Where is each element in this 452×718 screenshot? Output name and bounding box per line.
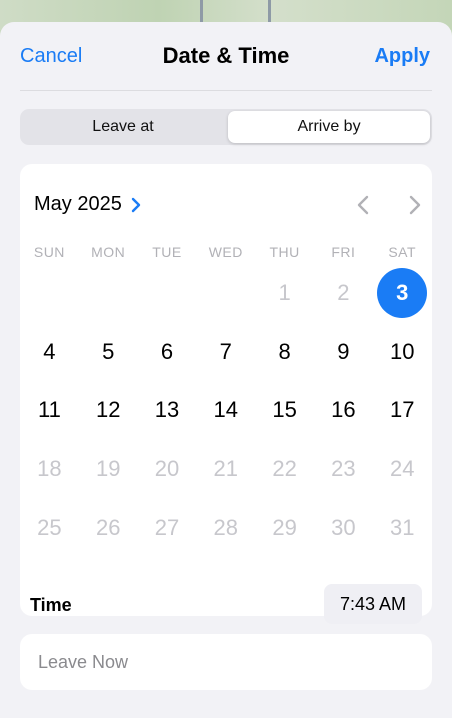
- calendar-day[interactable]: 13: [138, 381, 197, 439]
- time-picker-button[interactable]: 7:43 AM: [324, 584, 422, 624]
- calendar-empty-cell: [138, 264, 197, 322]
- calendar-day[interactable]: 9: [314, 323, 373, 381]
- previous-month-button[interactable]: [353, 194, 373, 216]
- calendar-week-row: 25 26 27 28 29 30 31: [20, 499, 432, 557]
- calendar-day-number: 4: [43, 338, 56, 364]
- calendar-day-disabled: 2: [314, 264, 373, 322]
- chevron-left-icon: [357, 195, 369, 215]
- calendar-day-number: 14: [213, 397, 239, 423]
- calendar-week-row: 1 2 3: [20, 264, 432, 322]
- calendar-day-number: 27: [154, 514, 180, 540]
- leave-arrive-segmented-control: Leave at Arrive by: [20, 109, 432, 145]
- calendar-day-disabled: 25: [20, 499, 79, 557]
- calendar-week-row: 11 12 13 14 15 16 17: [20, 381, 432, 439]
- calendar-day-disabled: 29: [255, 499, 314, 557]
- calendar-day[interactable]: 15: [255, 381, 314, 439]
- calendar-day[interactable]: 8: [255, 323, 314, 381]
- calendar-empty-cell: [79, 264, 138, 322]
- weekday-label: TUE: [152, 244, 182, 260]
- weekday-label: FRI: [331, 244, 356, 260]
- calendar-day[interactable]: 11: [20, 381, 79, 439]
- calendar-day-number: 3: [396, 280, 409, 305]
- weekday-label: THU: [269, 244, 300, 260]
- calendar-day-number: 1: [278, 280, 291, 305]
- segment-arrive-by[interactable]: Arrive by: [228, 111, 430, 143]
- nav-divider: [20, 90, 432, 91]
- calendar-day-disabled: 24: [373, 440, 432, 498]
- calendar-day-number: 24: [389, 456, 415, 482]
- calendar-day[interactable]: 17: [373, 381, 432, 439]
- calendar-day-disabled: 19: [79, 440, 138, 498]
- calendar-day-number: 29: [272, 514, 297, 540]
- calendar-day-disabled: 1: [255, 264, 314, 322]
- calendar-week-row: 18 19 20 21 22 23 24: [20, 440, 432, 498]
- calendar-day-number: 30: [331, 514, 356, 540]
- calendar-day[interactable]: 7: [196, 323, 255, 381]
- month-picker-button[interactable]: May 2025: [34, 193, 142, 216]
- calendar-day-number: 8: [278, 338, 291, 364]
- calendar-day-number: 28: [213, 514, 239, 540]
- calendar-week-row: 4 5 6 7 8 9 10: [20, 323, 432, 381]
- calendar-day-number: 13: [154, 397, 180, 423]
- calendar-day[interactable]: 14: [196, 381, 255, 439]
- calendar-day-disabled: 30: [314, 499, 373, 557]
- calendar-day-disabled: 31: [373, 499, 432, 557]
- calendar-day-disabled: 23: [314, 440, 373, 498]
- calendar-day-number: 22: [272, 456, 297, 482]
- time-label: Time: [30, 595, 72, 615]
- chevron-right-icon: [130, 196, 142, 214]
- calendar-empty-cell: [20, 264, 79, 322]
- weekday-label: SUN: [33, 244, 65, 260]
- calendar-day[interactable]: 4: [20, 323, 79, 381]
- calendar-day-number: 2: [337, 280, 350, 305]
- apply-button[interactable]: Apply: [374, 45, 430, 68]
- calendar-day-number: 10: [389, 338, 415, 364]
- calendar-card: May 2025 SUN MON TUE WED THU FRI SAT 123…: [20, 164, 432, 624]
- calendar-day-number: 6: [160, 338, 174, 364]
- calendar-day-disabled: 20: [138, 440, 197, 498]
- calendar-day-number: 11: [37, 397, 61, 423]
- calendar-day[interactable]: 10: [373, 323, 432, 381]
- calendar-day-number: 17: [389, 397, 415, 423]
- segment-leave-at[interactable]: Leave at: [22, 111, 224, 143]
- calendar-empty-cell: [196, 264, 255, 322]
- calendar-day[interactable]: 12: [79, 381, 138, 439]
- calendar-day[interactable]: 16: [314, 381, 373, 439]
- weekday-label: WED: [208, 244, 243, 260]
- calendar-day-disabled: 27: [138, 499, 197, 557]
- calendar-day-disabled: 21: [196, 440, 255, 498]
- calendar-day-number: 18: [37, 456, 62, 482]
- weekday-label: MON: [91, 244, 126, 260]
- calendar-day-disabled: 28: [196, 499, 255, 557]
- leave-now-label: Leave Now: [38, 652, 129, 672]
- nav-bar: Cancel Date & Time Apply: [0, 22, 452, 92]
- calendar-day[interactable]: 5: [79, 323, 138, 381]
- weekday-label: SAT: [388, 244, 417, 260]
- date-time-sheet: Cancel Date & Time Apply Leave at Arrive…: [0, 22, 452, 718]
- calendar-day-selected[interactable]: 3: [373, 264, 432, 322]
- calendar-day-number: 19: [95, 456, 121, 482]
- calendar-day-disabled: 22: [255, 440, 314, 498]
- calendar-day-number: 26: [95, 514, 121, 540]
- calendar-day-number: 25: [37, 514, 62, 540]
- calendar-day-number: 31: [389, 514, 415, 540]
- calendar-day-number: 16: [331, 397, 356, 423]
- weekday-header: SUN MON TUE WED THU FRI SAT: [20, 244, 432, 264]
- calendar-day-number: 15: [272, 397, 297, 423]
- calendar-day-number: 21: [213, 456, 239, 482]
- calendar-day-number: 5: [102, 338, 115, 364]
- calendar-day-number: 9: [337, 338, 350, 364]
- chevron-right-icon: [409, 195, 421, 215]
- calendar-day-disabled: 18: [20, 440, 79, 498]
- calendar-day-number: 20: [154, 456, 180, 482]
- month-label: May 2025: [34, 193, 122, 215]
- calendar-day-number: 23: [331, 456, 356, 482]
- calendar-day[interactable]: 6: [138, 323, 197, 381]
- calendar-day-number: 7: [219, 338, 232, 364]
- calendar-day-number: 12: [95, 397, 121, 423]
- next-month-button[interactable]: [405, 194, 425, 216]
- calendar-day-disabled: 26: [79, 499, 138, 557]
- leave-now-button[interactable]: Leave Now: [20, 634, 432, 690]
